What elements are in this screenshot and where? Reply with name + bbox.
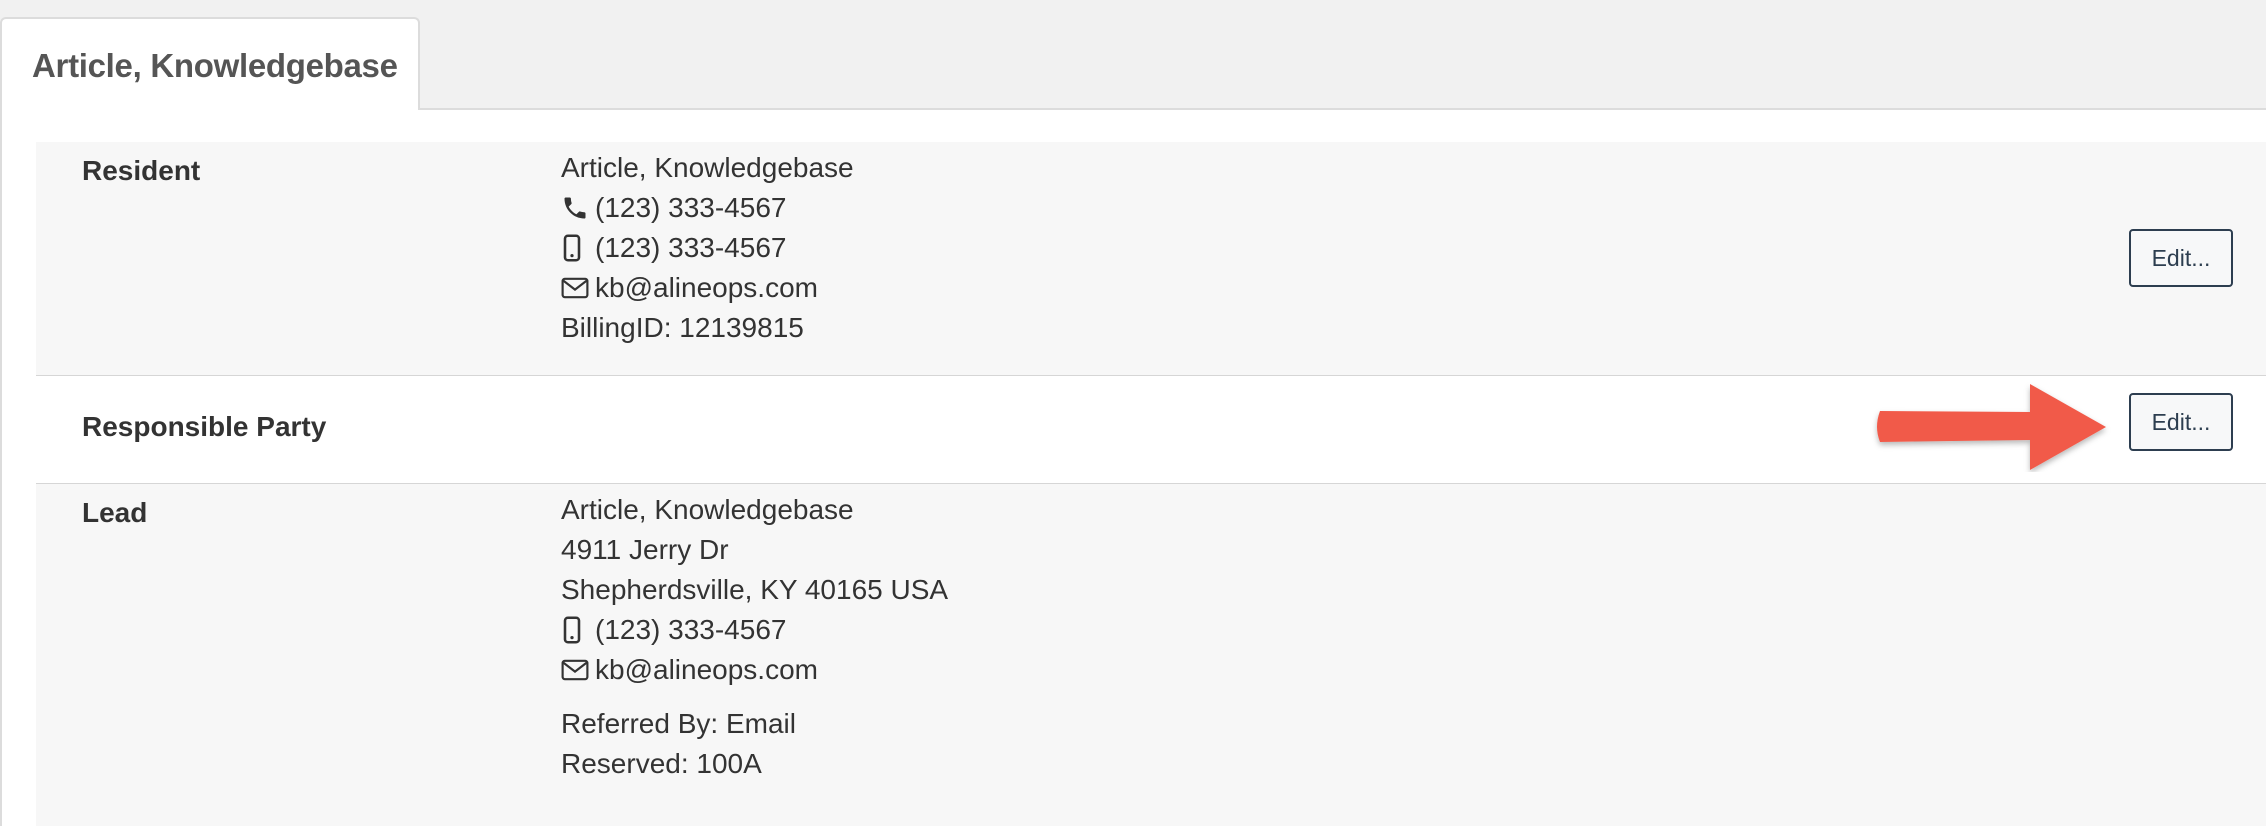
resident-phone-line: (123) 333-4567 xyxy=(561,188,854,228)
envelope-icon xyxy=(561,273,591,303)
resident-label: Resident xyxy=(82,155,201,186)
lead-referred-by: Referred By: Email xyxy=(561,708,796,739)
lead-label: Lead xyxy=(82,497,148,528)
lead-spacer xyxy=(561,690,948,704)
resident-row: Resident Article, Knowledgebase (123) 33… xyxy=(36,142,2266,376)
lead-email-line: kb@alineops.com xyxy=(561,650,948,690)
resident-email: kb@alineops.com xyxy=(595,272,818,303)
resident-name: Article, Knowledgebase xyxy=(561,152,854,183)
lead-address-line2: Shepherdsville, KY 40165 USA xyxy=(561,574,949,605)
tab-label: Article, Knowledgebase xyxy=(32,47,398,84)
tab-bar: Article, Knowledgebase xyxy=(0,0,2266,111)
mobile-phone-icon xyxy=(561,615,591,645)
resident-email-line: kb@alineops.com xyxy=(561,268,854,308)
resident-details: Article, Knowledgebase (123) 333-4567 (1… xyxy=(561,148,854,348)
lead-mobile: (123) 333-4567 xyxy=(595,614,787,645)
lead-email: kb@alineops.com xyxy=(595,654,818,685)
lead-row: Lead Article, Knowledgebase 4911 Jerry D… xyxy=(36,484,2266,826)
phone-icon xyxy=(561,193,591,223)
lead-details: Article, Knowledgebase 4911 Jerry Dr She… xyxy=(561,490,948,784)
red-arrow-annotation xyxy=(1877,384,2106,470)
lead-reserved: Reserved: 100A xyxy=(561,748,762,779)
envelope-icon xyxy=(561,655,591,685)
lead-address-line1: 4911 Jerry Dr xyxy=(561,534,729,565)
resident-billing: BillingID: 12139815 xyxy=(561,312,804,343)
resident-mobile-line: (123) 333-4567 xyxy=(561,228,854,268)
tab-article-knowledgebase[interactable]: Article, Knowledgebase xyxy=(0,17,420,111)
mobile-phone-icon xyxy=(561,233,591,263)
lead-mobile-line: (123) 333-4567 xyxy=(561,610,948,650)
lead-name: Article, Knowledgebase xyxy=(561,494,854,525)
responsible-party-label: Responsible Party xyxy=(82,411,327,442)
responsible-party-edit-button[interactable]: Edit... xyxy=(2129,393,2233,451)
resident-mobile: (123) 333-4567 xyxy=(595,232,787,263)
resident-edit-button[interactable]: Edit... xyxy=(2129,229,2233,287)
resident-phone: (123) 333-4567 xyxy=(595,192,787,223)
